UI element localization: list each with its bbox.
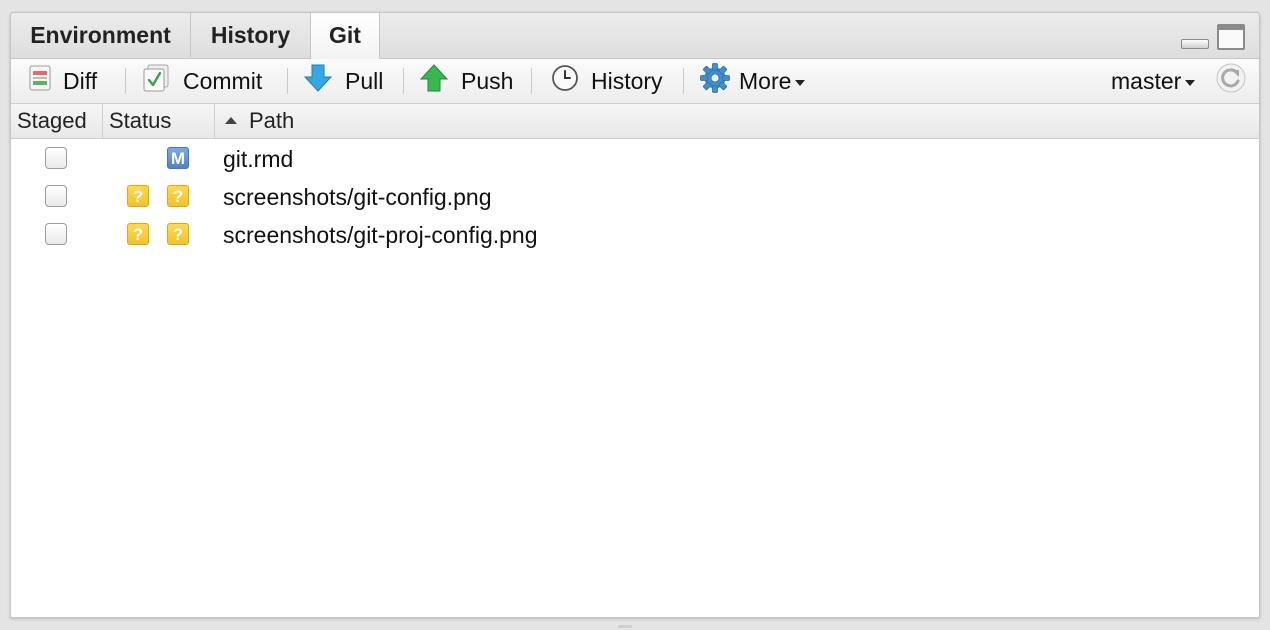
refresh-button[interactable] [1215,59,1247,103]
branch-label: master [1111,67,1182,94]
column-header-status[interactable]: Status [103,104,215,138]
commit-label: Commit [183,67,263,94]
modified-status-badge: M [167,147,189,169]
tab-git[interactable]: Git [310,13,380,59]
toolbar-separator [287,68,288,94]
tab-strip: Environment History Git [11,13,1259,59]
sort-ascending-icon [225,117,237,125]
staged-checkbox[interactable] [45,223,67,245]
column-header-staged[interactable]: Staged [11,104,103,138]
commit-button[interactable]: Commit [143,59,262,103]
maximize-pane-button[interactable] [1217,24,1245,50]
column-header-path[interactable]: Path [215,104,1259,138]
pull-arrow-down-icon [303,63,333,99]
pane-resize-grip[interactable] [618,625,632,628]
chevron-down-icon [795,79,806,86]
more-menu-button[interactable]: More [699,59,806,103]
staged-checkbox[interactable] [45,147,67,169]
more-label: More [739,67,792,94]
pull-button[interactable]: Pull [303,59,383,103]
diff-label: Diff [63,67,98,94]
table-row[interactable]: ? ? screenshots/git-config.png [11,178,1259,216]
table-row[interactable]: ? ? screenshots/git-proj-config.png [11,216,1259,254]
toolbar-separator [403,68,404,94]
commit-checkmark-icon [143,64,171,98]
refresh-icon [1215,62,1247,100]
branch-selector[interactable]: master [1111,59,1196,103]
staged-checkbox[interactable] [45,185,67,207]
tab-history[interactable]: History [191,13,311,57]
toolbar-separator [683,68,684,94]
clock-icon [551,64,579,98]
file-path[interactable]: git.rmd [223,140,293,178]
untracked-status-badge: ? [127,185,149,207]
column-header-path-label: Path [249,108,295,133]
push-arrow-up-icon [419,63,449,99]
untracked-status-badge: ? [167,185,189,207]
tab-environment[interactable]: Environment [11,13,191,57]
toolbar-separator [125,68,126,94]
diff-button[interactable]: Diff [29,59,97,103]
minimize-pane-button[interactable] [1181,39,1209,49]
push-label: Push [461,67,514,94]
git-toolbar: Diff Commit Pull Push History More maste… [11,59,1259,104]
table-row[interactable]: M git.rmd [11,140,1259,178]
file-path[interactable]: screenshots/git-config.png [223,178,492,216]
untracked-status-badge: ? [127,223,149,245]
git-pane: Environment History Git Diff Commit Pull… [10,12,1260,618]
history-label: History [591,67,663,94]
push-button[interactable]: Push [419,59,513,103]
toolbar-separator [531,68,532,94]
gear-icon [699,62,731,100]
history-button[interactable]: History [551,59,663,103]
file-list-header: Staged Status Path [11,104,1259,139]
diff-icon [29,65,51,97]
file-path[interactable]: screenshots/git-proj-config.png [223,216,538,254]
untracked-status-badge: ? [167,223,189,245]
chevron-down-icon [1185,79,1196,86]
pull-label: Pull [345,67,384,94]
